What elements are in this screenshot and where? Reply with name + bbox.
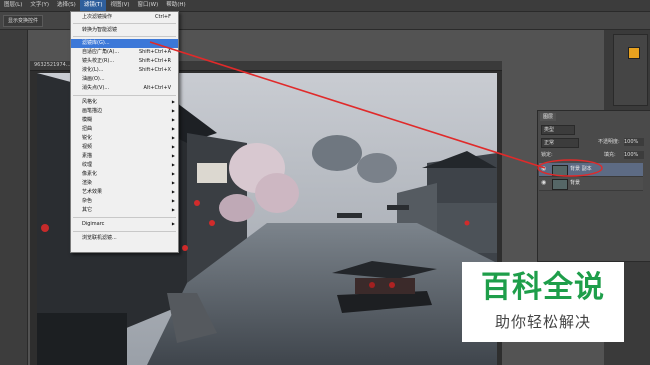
annotation-arrow-line: [149, 41, 546, 169]
watermark-title: 百科全说: [481, 270, 605, 305]
annotation-circle: [537, 159, 603, 177]
watermark-badge: 百科全说 助你轻松解决: [462, 262, 624, 342]
watermark-subtitle: 助你轻松解决: [494, 313, 591, 331]
